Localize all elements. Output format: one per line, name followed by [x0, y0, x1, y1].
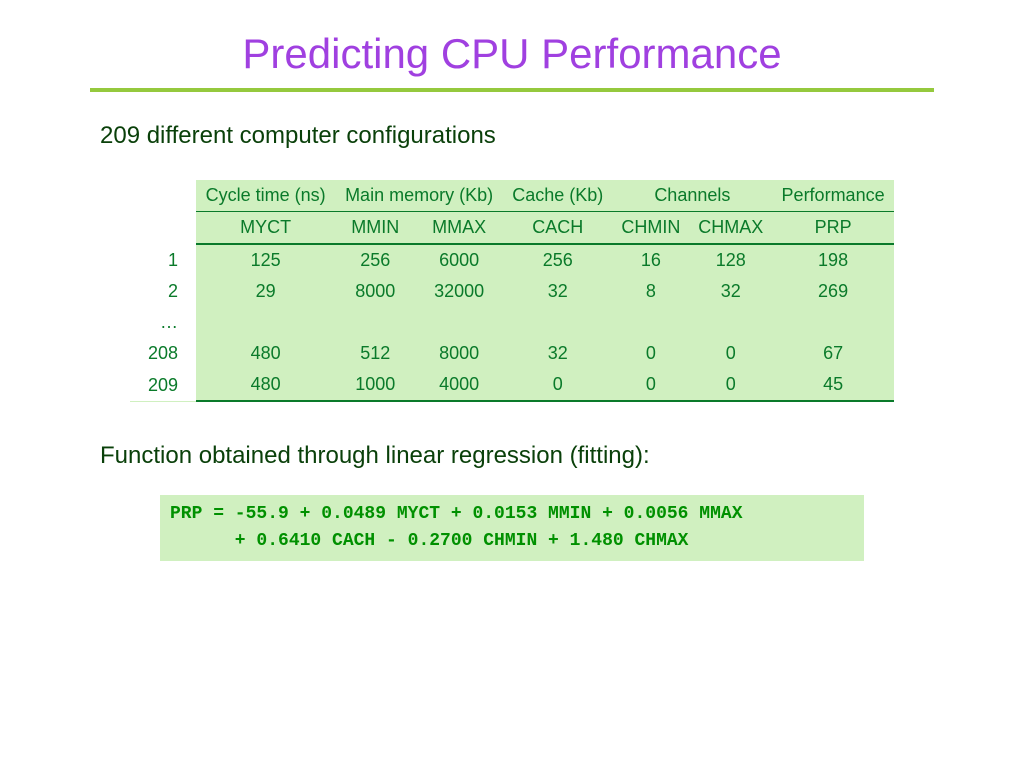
cell: 4000 — [415, 369, 503, 401]
col-header: MYCT — [196, 212, 335, 245]
slide: Predicting CPU Performance 209 different… — [0, 0, 1024, 591]
cell: 269 — [772, 276, 894, 307]
group-header: Cycle time (ns) — [196, 180, 335, 212]
cell: 8000 — [415, 338, 503, 369]
cell: 256 — [335, 244, 415, 276]
cell: 29 — [196, 276, 335, 307]
cell: 32 — [689, 276, 772, 307]
cell: 0 — [689, 369, 772, 401]
cell: 1000 — [335, 369, 415, 401]
cell: 67 — [772, 338, 894, 369]
cell: 512 — [335, 338, 415, 369]
table-group-header-row: Cycle time (ns) Main memory (Kb) Cache (… — [130, 180, 894, 212]
group-header: Cache (Kb) — [503, 180, 613, 212]
cell: 256 — [503, 244, 613, 276]
cell: 125 — [196, 244, 335, 276]
cell: 6000 — [415, 244, 503, 276]
cell: 480 — [196, 369, 335, 401]
cell: 32000 — [415, 276, 503, 307]
col-header: MMAX — [415, 212, 503, 245]
cell: 8 — [613, 276, 690, 307]
table-header-row: MYCT MMIN MMAX CACH CHMIN CHMAX PRP — [130, 212, 894, 245]
subtitle: 209 different computer configurations — [100, 122, 964, 150]
row-index: 1 — [130, 244, 196, 276]
col-header: MMIN — [335, 212, 415, 245]
page-title: Predicting CPU Performance — [60, 30, 964, 78]
row-index: 208 — [130, 338, 196, 369]
cell: 0 — [613, 369, 690, 401]
data-table-wrap: Cycle time (ns) Main memory (Kb) Cache (… — [130, 180, 894, 402]
table-row: 209 480 1000 4000 0 0 0 45 — [130, 369, 894, 401]
row-index: … — [130, 307, 196, 338]
group-header: Performance — [772, 180, 894, 212]
cell: 32 — [503, 338, 613, 369]
data-table: Cycle time (ns) Main memory (Kb) Cache (… — [130, 180, 894, 402]
cell: 16 — [613, 244, 690, 276]
cell: 8000 — [335, 276, 415, 307]
group-header: Channels — [613, 180, 773, 212]
cell: 32 — [503, 276, 613, 307]
group-header: Main memory (Kb) — [335, 180, 503, 212]
table-row: 2 29 8000 32000 32 8 32 269 — [130, 276, 894, 307]
row-index: 209 — [130, 369, 196, 401]
cell: 0 — [689, 338, 772, 369]
cell: 45 — [772, 369, 894, 401]
cell: 128 — [689, 244, 772, 276]
cell: 0 — [503, 369, 613, 401]
cell: 480 — [196, 338, 335, 369]
row-index: 2 — [130, 276, 196, 307]
col-header: CHMAX — [689, 212, 772, 245]
cell: 198 — [772, 244, 894, 276]
col-header: CHMIN — [613, 212, 690, 245]
col-header: CACH — [503, 212, 613, 245]
col-header: PRP — [772, 212, 894, 245]
cell: 0 — [613, 338, 690, 369]
regression-formula: PRP = -55.9 + 0.0489 MYCT + 0.0153 MMIN … — [160, 495, 864, 561]
table-row: 208 480 512 8000 32 0 0 67 — [130, 338, 894, 369]
table-row: 1 125 256 6000 256 16 128 198 — [130, 244, 894, 276]
title-rule — [90, 88, 934, 92]
table-row-ellipsis: … — [130, 307, 894, 338]
function-label: Function obtained through linear regress… — [100, 442, 964, 470]
